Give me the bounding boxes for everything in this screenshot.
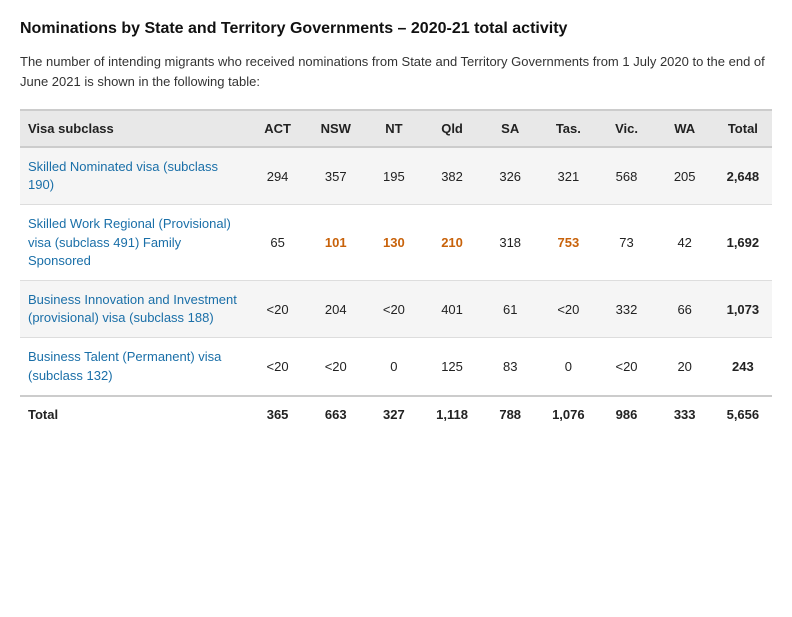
cell-total: 2,648 [714, 147, 772, 205]
table-footer-row: Total 365 663 327 1,118 788 1,076 986 33… [20, 396, 772, 432]
col-vic: Vic. [597, 110, 655, 147]
table-header-row: Visa subclass ACT NSW NT Qld SA Tas. Vic… [20, 110, 772, 147]
footer-act: 365 [249, 396, 307, 432]
cell-total: 1,692 [714, 205, 772, 281]
cell-sa: 318 [481, 205, 539, 281]
cell-vic: 73 [597, 205, 655, 281]
visa-subclass-link[interactable]: Business Talent (Permanent) visa (subcla… [28, 348, 241, 384]
cell-qld: 401 [423, 280, 481, 337]
col-nt: NT [365, 110, 423, 147]
visa-subclass-link[interactable]: Skilled Work Regional (Provisional) visa… [28, 215, 241, 270]
cell-qld: 210 [423, 205, 481, 281]
col-qld: Qld [423, 110, 481, 147]
cell-act: 294 [249, 147, 307, 205]
cell-qld: 125 [423, 338, 481, 396]
table-row: Skilled Nominated visa (subclass 190)294… [20, 147, 772, 205]
footer-tas: 1,076 [539, 396, 597, 432]
cell-tas: 321 [539, 147, 597, 205]
footer-nt: 327 [365, 396, 423, 432]
footer-label: Total [20, 396, 249, 432]
footer-sa: 788 [481, 396, 539, 432]
col-sa: SA [481, 110, 539, 147]
cell-wa: 20 [656, 338, 714, 396]
footer-nsw: 663 [307, 396, 365, 432]
cell-total: 243 [714, 338, 772, 396]
col-act: ACT [249, 110, 307, 147]
footer-total: 5,656 [714, 396, 772, 432]
cell-total: 1,073 [714, 280, 772, 337]
col-wa: WA [656, 110, 714, 147]
cell-nsw: 204 [307, 280, 365, 337]
cell-vic: <20 [597, 338, 655, 396]
cell-wa: 205 [656, 147, 714, 205]
col-nsw: NSW [307, 110, 365, 147]
cell-tas: 753 [539, 205, 597, 281]
cell-tas: <20 [539, 280, 597, 337]
cell-nt: 130 [365, 205, 423, 281]
page-title: Nominations by State and Territory Gover… [20, 20, 772, 38]
cell-nt: 195 [365, 147, 423, 205]
table-row: Business Innovation and Investment (prov… [20, 280, 772, 337]
cell-nsw: 357 [307, 147, 365, 205]
cell-act: <20 [249, 338, 307, 396]
cell-nt: <20 [365, 280, 423, 337]
cell-nt: 0 [365, 338, 423, 396]
footer-qld: 1,118 [423, 396, 481, 432]
footer-vic: 986 [597, 396, 655, 432]
col-total: Total [714, 110, 772, 147]
visa-subclass-cell: Skilled Nominated visa (subclass 190) [20, 147, 249, 205]
cell-sa: 61 [481, 280, 539, 337]
col-tas: Tas. [539, 110, 597, 147]
cell-sa: 326 [481, 147, 539, 205]
cell-act: 65 [249, 205, 307, 281]
cell-nsw: 101 [307, 205, 365, 281]
nominations-table: Visa subclass ACT NSW NT Qld SA Tas. Vic… [20, 109, 772, 432]
cell-qld: 382 [423, 147, 481, 205]
visa-subclass-cell: Business Talent (Permanent) visa (subcla… [20, 338, 249, 396]
cell-nsw: <20 [307, 338, 365, 396]
visa-subclass-cell: Skilled Work Regional (Provisional) visa… [20, 205, 249, 281]
visa-subclass-link[interactable]: Business Innovation and Investment (prov… [28, 291, 241, 327]
table-row: Skilled Work Regional (Provisional) visa… [20, 205, 772, 281]
footer-wa: 333 [656, 396, 714, 432]
col-visa-subclass: Visa subclass [20, 110, 249, 147]
visa-subclass-cell: Business Innovation and Investment (prov… [20, 280, 249, 337]
cell-wa: 66 [656, 280, 714, 337]
cell-act: <20 [249, 280, 307, 337]
description-text: The number of intending migrants who rec… [20, 52, 772, 91]
cell-wa: 42 [656, 205, 714, 281]
table-row: Business Talent (Permanent) visa (subcla… [20, 338, 772, 396]
visa-subclass-link[interactable]: Skilled Nominated visa (subclass 190) [28, 158, 241, 194]
cell-tas: 0 [539, 338, 597, 396]
cell-vic: 332 [597, 280, 655, 337]
cell-sa: 83 [481, 338, 539, 396]
cell-vic: 568 [597, 147, 655, 205]
